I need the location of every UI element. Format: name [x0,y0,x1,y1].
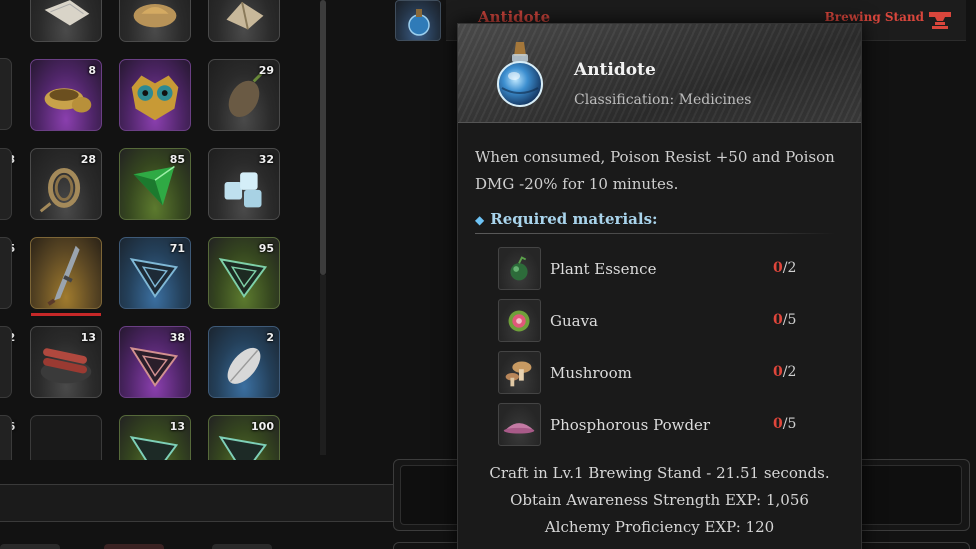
material-need: /2 [782,260,797,276]
inventory-bottom-panel [0,484,430,522]
item-quantity: 38 [169,331,185,344]
material-need: /5 [782,312,797,328]
blue-shard-item-slot[interactable]: 71 [119,237,191,309]
tooltip-description: When consumed, Poison Resist +50 and Poi… [475,148,835,193]
cutoff-slot[interactable] [0,415,12,460]
material-have: 0 [773,312,783,328]
item-quantity: 71 [169,242,185,255]
material-row[interactable]: Guava 0/5 [498,299,828,343]
blade-item-slot[interactable] [30,237,102,316]
item-quantity: 100 [251,420,274,433]
guava-icon [498,299,541,342]
cloth-icon [44,0,90,26]
item-quantity: 32 [258,153,274,166]
empty-item-slot[interactable] [30,415,102,460]
divider [475,233,835,234]
item-quantity: 2 [266,331,274,344]
sack-item-slot[interactable] [119,0,191,42]
diamond-bullet-icon: ◆ [475,213,485,227]
seed-item-slot[interactable]: 29 [208,59,280,131]
material-have: 0 [773,416,783,432]
feather-item-slot[interactable]: 2 [208,326,280,398]
meat-item-slot[interactable]: 13 [30,326,102,398]
item-quantity: 29 [258,64,274,77]
tooltip-header: Antidote Classification: Medicines [458,24,861,123]
material-name: Phosphorous Powder [550,416,711,434]
station-label: Brewing Stand [824,10,924,24]
rope-item-slot[interactable]: 28 [30,148,102,220]
inventory-scrollbar-track[interactable] [320,275,326,455]
bottom-tab[interactable] [0,544,60,549]
antidote-potion-icon [497,42,543,107]
antidote-list-icon[interactable] [395,0,441,41]
craft-info: Craft in Lv.1 Brewing Stand - 21.51 seco… [489,464,830,482]
powder-icon [498,403,541,446]
green-crystal-item-slot[interactable]: 85 [119,148,191,220]
cutoff-slot[interactable] [0,326,12,398]
sack-icon [133,4,177,28]
potion-icon [408,9,430,36]
material-count: 0/2 [773,260,796,276]
owl-mask-icon [131,75,179,121]
awareness-exp: Obtain Awareness Strength EXP: 1,056 [510,491,809,509]
bundle-icon [226,1,264,30]
material-need: /5 [782,416,797,432]
item-tooltip: Antidote Classification: Medicines When … [457,23,862,549]
material-name: Mushroom [550,364,632,382]
inventory-grid: 7 13 95 12 26 8 29 28 85 32 [0,0,320,460]
teal-shard-item-slot-2[interactable]: 100 [208,415,280,460]
material-have: 0 [773,260,783,276]
green-shard-item-slot[interactable]: 95 [208,237,280,309]
item-quantity: 13 [80,331,96,344]
cutoff-slot[interactable] [0,148,12,220]
material-row[interactable]: Mushroom 0/2 [498,351,828,395]
cutoff-slot[interactable] [0,237,12,309]
tooltip-classification: Classification: Medicines [574,92,752,108]
material-count: 0/2 [773,364,796,380]
item-quantity: 8 [88,64,96,77]
cutoff-slot[interactable] [0,58,12,130]
material-row[interactable]: Plant Essence 0/2 [498,247,828,291]
item-quantity: 13 [169,420,185,433]
material-have: 0 [773,364,783,380]
purple-shard-item-slot[interactable]: 38 [119,326,191,398]
bowl-item-slot[interactable]: 8 [30,59,102,131]
cloth-item-slot[interactable] [30,0,102,42]
item-quantity: 28 [80,153,96,166]
material-need: /2 [782,364,797,380]
tooltip-item-name: Antidote [574,60,656,80]
material-name: Plant Essence [550,260,657,278]
bottom-tab[interactable] [104,544,164,549]
material-name: Guava [550,312,599,330]
item-quantity: 95 [258,242,274,255]
mushroom-icon [498,351,541,394]
alchemy-exp: Alchemy Proficiency EXP: 120 [544,518,775,536]
material-count: 0/5 [773,312,796,328]
item-quantity: 85 [169,153,185,166]
anvil-icon [929,12,951,29]
material-row[interactable]: Phosphorous Powder 0/5 [498,403,828,447]
required-materials-heading: ◆ Required materials: [475,210,658,228]
bottom-tab[interactable] [212,544,272,549]
required-materials-label: Required materials: [490,210,658,228]
plant-essence-icon [498,247,541,290]
material-count: 0/5 [773,416,796,432]
inventory-scrollbar-thumb[interactable] [320,0,326,275]
bundle-item-slot[interactable] [208,0,280,42]
blade-icon [47,245,80,306]
teal-shard-item-slot[interactable]: 13 [119,415,191,460]
ice-cubes-item-slot[interactable]: 32 [208,148,280,220]
owl-mask-item-slot[interactable] [119,59,191,131]
